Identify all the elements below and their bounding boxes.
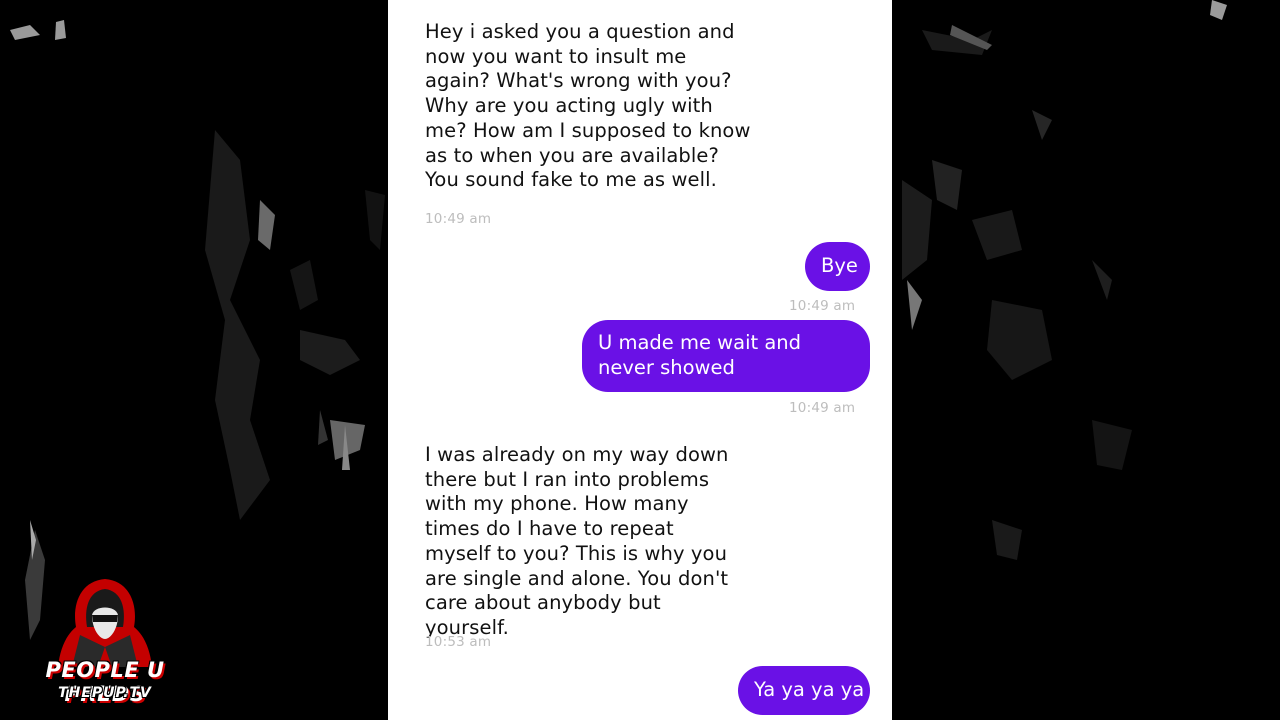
message-text: Hey i asked you a question and now you w… [425,20,751,192]
message-text: I was already on my way down there but I… [425,443,729,639]
message-text: U made me wait and never showed [598,331,802,379]
incoming-message: Hey i asked you a question and now you w… [425,20,755,193]
incoming-message: I was already on my way down there but I… [425,443,740,641]
outgoing-message-bubble[interactable]: Bye [805,242,870,291]
outgoing-message-bubble[interactable]: U made me wait and never showed [582,320,870,392]
outgoing-message-bubble[interactable]: Ya ya ya ya [738,666,870,715]
message-text: Ya ya ya ya [754,678,865,701]
channel-logo: PEOPLE U PREDS THEPUP.TV [20,575,190,706]
chat-screen: Hey i asked you a question and now you w… [388,0,892,720]
logo-subtitle: THEPUP.TV [58,685,152,701]
message-timestamp: 10:49 am [789,400,856,416]
message-text: Bye [821,254,858,277]
video-frame: Hey i asked you a question and now you w… [0,0,1280,720]
message-timestamp: 10:49 am [789,298,856,314]
hooded-figure-icon [58,579,152,667]
background-right [892,0,1280,720]
message-timestamp: 10:49 am [425,211,492,227]
message-timestamp: 10:53 am [425,634,492,650]
